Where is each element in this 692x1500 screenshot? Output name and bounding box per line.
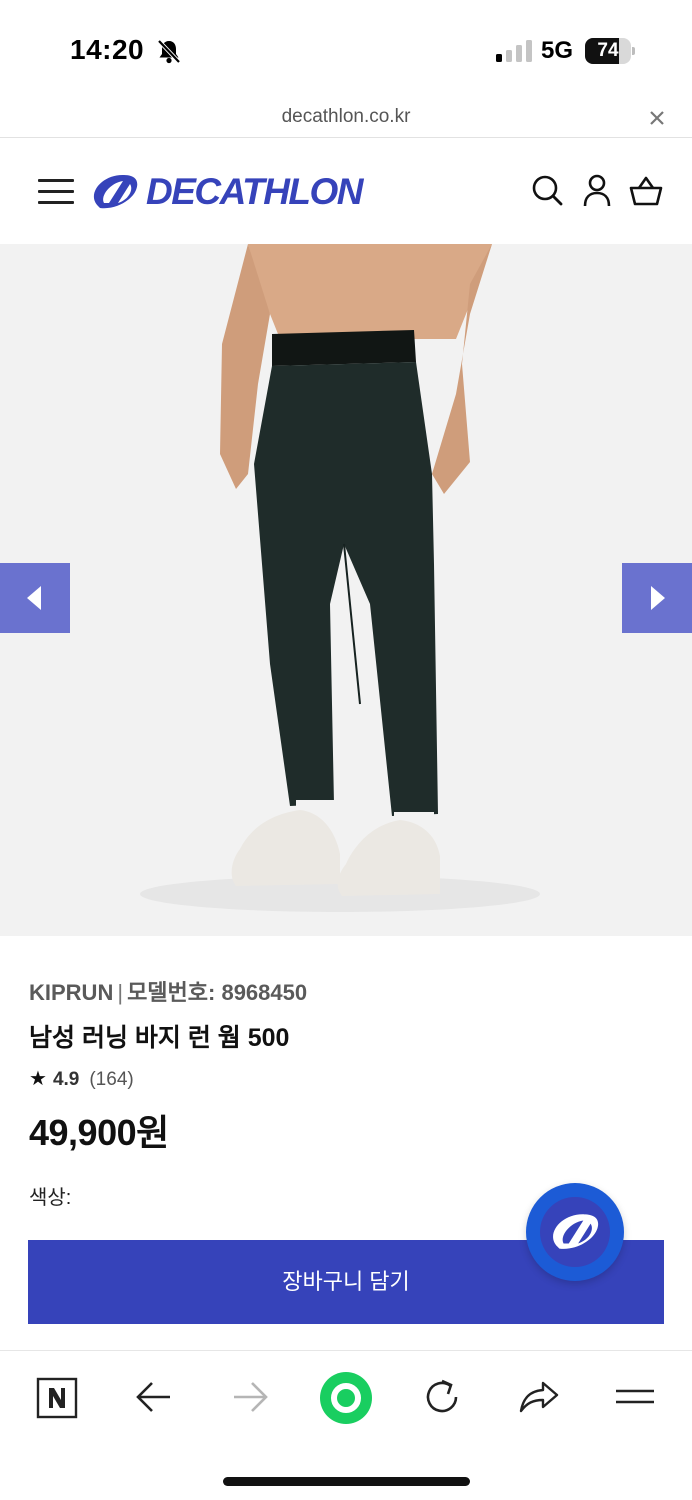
model-number: 모델번호: 8968450	[127, 980, 308, 1005]
color-label: 색상:	[29, 1187, 72, 1209]
product-rating[interactable]: ★ 4.9 (164)	[29, 1066, 134, 1091]
site-header: DECATHLON	[0, 139, 692, 244]
back-button[interactable]	[130, 1373, 178, 1421]
brand-separator: |	[117, 980, 124, 1005]
basket-icon[interactable]	[629, 173, 663, 209]
star-icon: ★	[29, 1068, 47, 1090]
close-icon[interactable]	[645, 106, 669, 130]
browser-url-bar[interactable]: decathlon.co.kr	[0, 100, 692, 138]
menu-icon	[616, 1389, 654, 1404]
share-icon	[519, 1381, 559, 1413]
signal-icon	[496, 40, 532, 62]
status-bar: 14:20 5G 74	[0, 0, 692, 100]
menu-icon[interactable]	[38, 179, 74, 205]
brand-name[interactable]: KIPRUN	[29, 980, 113, 1005]
refresh-icon	[426, 1379, 458, 1413]
battery-level: 74	[597, 40, 619, 61]
chevron-right-icon	[651, 586, 665, 610]
account-icon[interactable]	[580, 173, 614, 209]
bell-slash-icon	[157, 39, 181, 64]
back-arrow-icon	[136, 1382, 170, 1412]
rating-count: (164)	[89, 1069, 134, 1090]
green-dot-button[interactable]	[319, 1371, 373, 1425]
search-icon[interactable]	[530, 173, 564, 209]
gallery-prev-button[interactable]	[0, 563, 70, 633]
product-price: 49,900원	[29, 1112, 169, 1153]
menu-button[interactable]	[611, 1373, 659, 1421]
floating-chat-button[interactable]	[526, 1183, 624, 1281]
gallery-next-button[interactable]	[622, 563, 692, 633]
logo-text[interactable]: DECATHLON	[146, 171, 364, 213]
brand-model-line: KIPRUN | 모델번호: 8968450	[29, 975, 307, 1007]
network-label: 5G	[541, 37, 574, 64]
product-image	[140, 244, 540, 912]
chevron-left-icon	[27, 586, 41, 610]
decathlon-logo-icon	[553, 1214, 599, 1249]
naver-icon	[36, 1377, 78, 1419]
decathlon-logo-icon[interactable]	[90, 172, 140, 212]
product-image-gallery[interactable]	[0, 244, 692, 936]
green-dot-icon	[320, 1372, 372, 1424]
forward-button[interactable]	[226, 1373, 274, 1421]
product-title: 남성 러닝 바지 런 웜 500	[29, 1024, 290, 1052]
naver-button[interactable]	[33, 1373, 81, 1421]
battery-icon: 74	[585, 38, 635, 64]
refresh-button[interactable]	[418, 1373, 466, 1421]
status-time: 14:20	[70, 34, 145, 65]
home-indicator[interactable]	[223, 1477, 470, 1486]
forward-arrow-icon	[234, 1382, 268, 1412]
url-text[interactable]: decathlon.co.kr	[0, 106, 692, 128]
share-button[interactable]	[515, 1373, 563, 1421]
rating-score: 4.9	[52, 1069, 80, 1090]
